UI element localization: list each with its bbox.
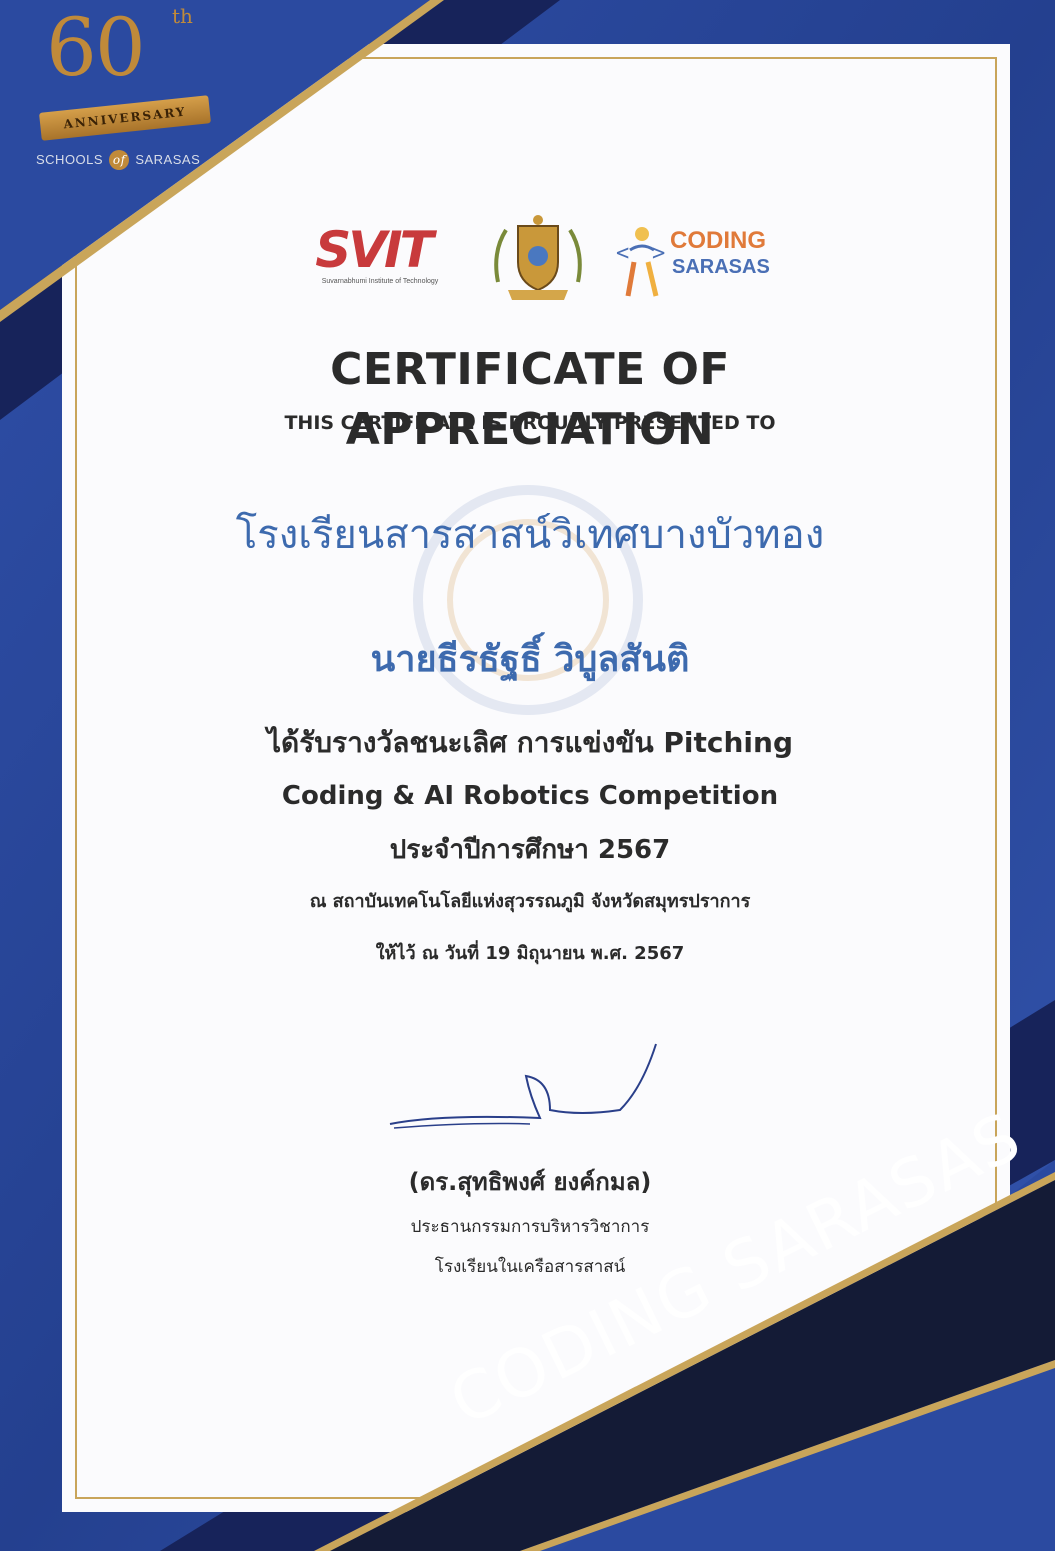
svg-text:<: < (616, 241, 629, 266)
award-description: ได้รับรางวัลชนะเลิศ การแข่งขัน Pitching (266, 726, 794, 759)
schools-text: SCHOOLS (36, 152, 104, 167)
svg-text:>: > (652, 241, 665, 266)
anniversary-ordinal: th (172, 4, 193, 28)
signatory-name: (ดร.สุทธิพงศ์ ยงค์กมล) (408, 1168, 652, 1196)
competition-name: Coding & AI Robotics Competition (281, 781, 779, 811)
recipient-name: นายธีรธัฐธิ์ วิบูลสันติ (370, 639, 690, 680)
schools-of-sarasas-label: SCHOOLS of SARASAS (36, 150, 200, 170)
venue-line: ณ สถาบันเทคโนโลยีแห่งสุวรรณภูมิ จังหวัดส… (309, 891, 751, 912)
certificate-title: CERTIFICATE OF APPRECIATION (330, 344, 730, 455)
sarasas-wordmark: SARASAS (672, 256, 770, 278)
school-crest-icon (494, 215, 582, 300)
of-circle: of (109, 150, 130, 170)
academic-year: ประจำปีการศึกษา 2567 (389, 835, 671, 865)
coding-wordmark: CODING (670, 227, 766, 254)
certificate-subtitle: THIS CERTIFICATE IS PROUDLY PRESENTED TO (284, 412, 776, 434)
given-date: ให้ไว้ ณ วันที่ 19 มิถุนายน พ.ศ. 2567 (375, 943, 685, 964)
svit-logo: SVIT Suvarnabhumi Institute of Technolog… (288, 221, 458, 285)
sarasas-text: SARASAS (135, 152, 201, 167)
recipient-school: โรงเรียนสารสาสน์วิเทศบางบัวทอง (235, 512, 825, 558)
signature-icon (389, 1043, 657, 1129)
svit-wordmark: SVIT (315, 221, 433, 279)
svit-subtitle: Suvarnabhumi Institute of Technology (321, 278, 439, 285)
